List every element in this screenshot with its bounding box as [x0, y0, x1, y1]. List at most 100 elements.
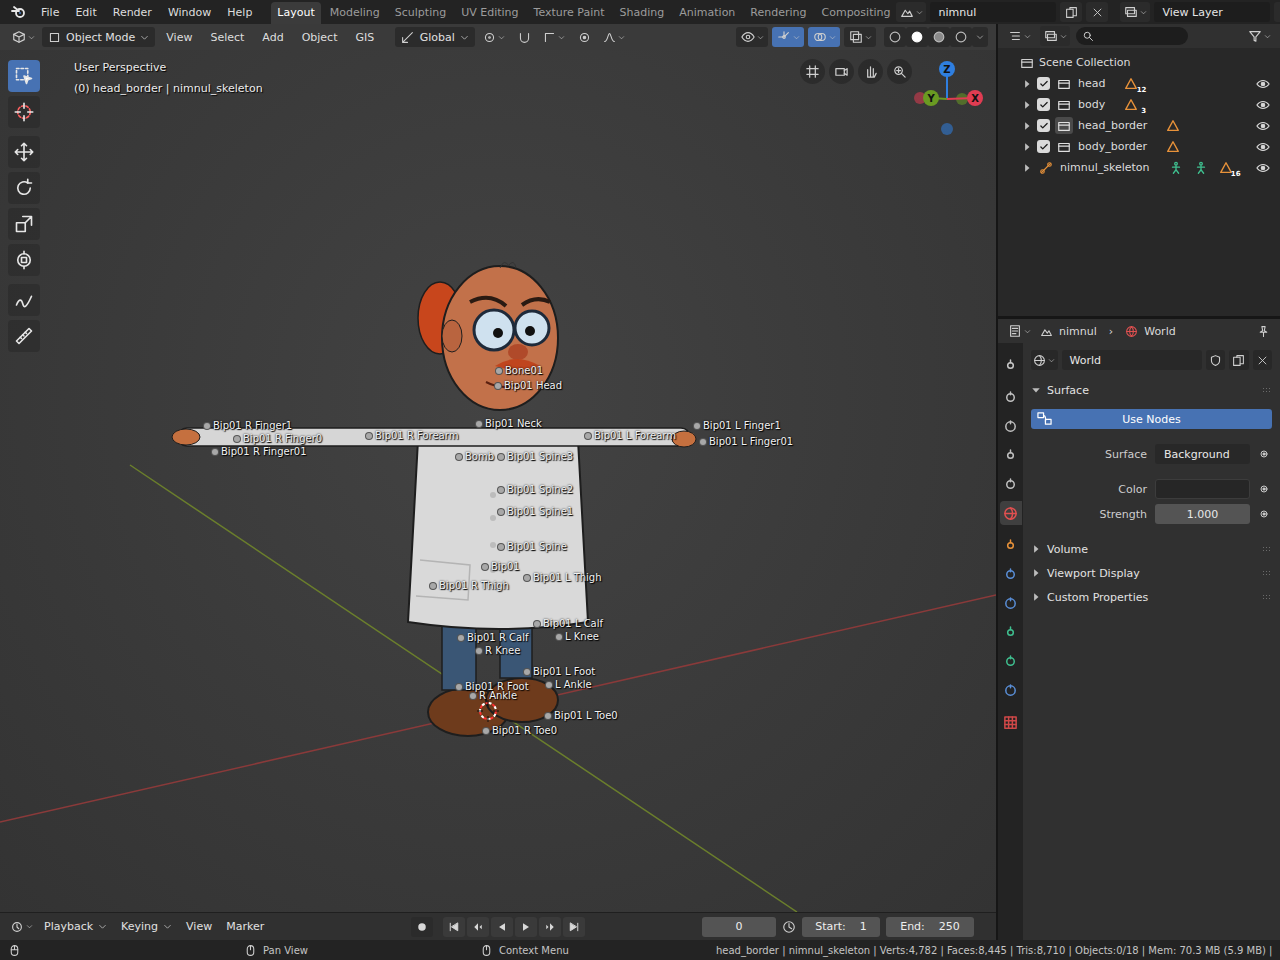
unlink-button[interactable]	[1253, 350, 1272, 370]
bone-joint[interactable]	[456, 684, 462, 690]
properties-tab[interactable]	[1000, 385, 1022, 409]
bone-label[interactable]: Bip01 R Finger0	[234, 433, 322, 445]
bone-joint[interactable]	[524, 669, 530, 675]
bone-label[interactable]: Bip01 R Thigh	[430, 580, 509, 592]
bone-joint[interactable]	[482, 564, 488, 570]
pin-button[interactable]	[1252, 321, 1274, 341]
bone-joint[interactable]	[476, 648, 482, 654]
viewport-menu-item[interactable]: View	[159, 29, 199, 46]
gizmo-axis[interactable]: Z	[939, 61, 955, 77]
bone-joint[interactable]	[496, 368, 502, 374]
shading-button[interactable]	[928, 27, 950, 47]
scene-selector[interactable]	[896, 2, 926, 22]
start-frame-field[interactable]: Start:1	[802, 917, 880, 937]
bone-label[interactable]: Bip01 R Toe0	[483, 725, 557, 737]
bone-label[interactable]: Bip01 R Finger01	[212, 446, 307, 458]
overlay-toggle[interactable]	[844, 27, 876, 47]
shading-button[interactable]	[884, 27, 906, 47]
outliner-row[interactable]: head_border	[998, 115, 1280, 136]
filter-button[interactable]	[1244, 26, 1274, 46]
orientation-dropdown[interactable]: Global	[395, 27, 475, 47]
exclude-checkbox[interactable]	[1037, 77, 1050, 90]
bone-joint[interactable]	[212, 449, 218, 455]
properties-tab[interactable]	[1000, 591, 1022, 615]
panel-grip[interactable]	[1262, 570, 1272, 576]
bone-joint[interactable]	[204, 423, 210, 429]
navigation-gizmo[interactable]: ZYX	[902, 54, 992, 144]
panel-grip[interactable]	[1262, 546, 1272, 552]
tool-button[interactable]	[8, 208, 40, 240]
use-nodes-button[interactable]: Use Nodes	[1031, 409, 1272, 429]
jump-end-button[interactable]	[563, 917, 585, 937]
bone-label[interactable]: R Ankle	[470, 690, 517, 702]
breadcrumb-item[interactable]: World	[1144, 325, 1176, 338]
bone-label[interactable]: Bip01 L Finger1	[694, 420, 781, 432]
shading-options[interactable]	[972, 27, 988, 47]
breadcrumb-item[interactable]: nimnul	[1059, 325, 1097, 338]
bone-label[interactable]: Bip01 L Thigh	[524, 572, 602, 584]
proportional-toggle[interactable]	[573, 27, 595, 47]
fake-user-button[interactable]	[1206, 350, 1225, 370]
tool-button[interactable]	[8, 284, 40, 316]
exclude-checkbox[interactable]	[1037, 119, 1050, 132]
view-layer-selector[interactable]	[1120, 2, 1150, 22]
editor-type-button[interactable]	[1004, 26, 1034, 46]
bone-joint[interactable]	[498, 487, 504, 493]
menu-item[interactable]: Window	[161, 4, 218, 21]
bone-joint[interactable]	[366, 433, 372, 439]
properties-tab[interactable]	[1000, 443, 1022, 467]
display-mode-button[interactable]	[1040, 26, 1070, 46]
duplicate-button[interactable]	[1229, 350, 1248, 370]
play-button[interactable]	[515, 917, 537, 937]
outliner-row[interactable]: body_border	[998, 136, 1280, 157]
tool-button[interactable]	[8, 60, 40, 92]
timeline-menu[interactable]: Keying	[115, 917, 178, 937]
visibility-toggle[interactable]	[1256, 119, 1270, 133]
properties-tab[interactable]	[1000, 501, 1022, 525]
overlay-toggle[interactable]	[808, 27, 840, 47]
viewport-menu-item[interactable]: Add	[255, 29, 290, 46]
jump-start-button[interactable]	[443, 917, 465, 937]
bone-label[interactable]: Bip01 R Calf	[458, 632, 528, 644]
bone-label[interactable]: Bip01 L Forearm	[585, 430, 676, 442]
workspace-tab[interactable]: Texture Paint	[528, 2, 611, 24]
workspace-tab[interactable]: Rendering	[744, 2, 812, 24]
overlay-toggle[interactable]	[772, 27, 804, 47]
bone-joint[interactable]	[546, 682, 552, 688]
mode-dropdown[interactable]: Object Mode	[42, 27, 155, 47]
bone-joint[interactable]	[545, 713, 551, 719]
timeline-menu[interactable]: Marker	[220, 917, 270, 937]
bone-joint[interactable]	[556, 634, 562, 640]
pan-button[interactable]	[858, 59, 883, 84]
visibility-toggle[interactable]	[1256, 98, 1270, 112]
content-badge[interactable]: 3	[1124, 98, 1144, 112]
content-badge[interactable]	[1194, 161, 1214, 175]
new-scene-button[interactable]	[1060, 2, 1082, 22]
record-button[interactable]	[411, 917, 433, 937]
exclude-checkbox[interactable]	[1037, 98, 1050, 111]
bone-joint[interactable]	[495, 383, 501, 389]
bone-joint[interactable]	[456, 454, 462, 460]
end-frame-field[interactable]: End:250	[886, 917, 974, 937]
scene-canvas[interactable]	[0, 50, 996, 912]
outliner-row[interactable]: nimnul_skeleton16	[998, 157, 1280, 178]
scene-name-field[interactable]: nimnul	[930, 2, 1056, 22]
properties-tab[interactable]	[1000, 414, 1022, 438]
shading-button[interactable]	[950, 27, 972, 47]
bone-label[interactable]: Bip01 Spine	[498, 541, 567, 553]
menu-item[interactable]: Render	[106, 4, 159, 21]
current-frame-field[interactable]: 0	[702, 917, 776, 937]
properties-tab[interactable]	[1000, 562, 1022, 586]
zoom-button[interactable]	[887, 59, 912, 84]
bone-label[interactable]: Bomb	[456, 451, 494, 463]
prev-keyframe-button[interactable]	[467, 917, 489, 937]
properties-tab[interactable]	[1000, 533, 1022, 557]
visibility-toggle[interactable]	[1256, 140, 1270, 154]
bone-label[interactable]: Bip01 Spine2	[498, 484, 573, 496]
workspace-tab[interactable]: UV Editing	[455, 2, 524, 24]
workspace-tab[interactable]: Shading	[614, 2, 671, 24]
bone-label[interactable]: Bip01 Neck	[476, 418, 542, 430]
outliner-search[interactable]	[1076, 27, 1188, 45]
editor-type-button[interactable]	[1004, 321, 1034, 341]
content-badge[interactable]	[1166, 119, 1186, 133]
